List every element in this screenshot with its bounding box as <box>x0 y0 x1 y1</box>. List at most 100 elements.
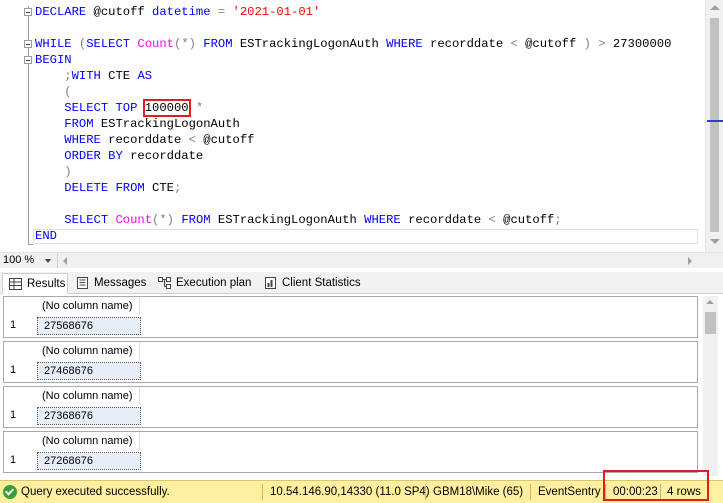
code-token: < <box>488 213 504 227</box>
code-line[interactable]: ( <box>35 84 699 100</box>
tab-execution-plan-label: Execution plan <box>176 277 252 289</box>
code-line[interactable] <box>35 196 699 212</box>
tab-client-statistics-label: Client Statistics <box>282 277 361 289</box>
results-vertical-scrollbar[interactable] <box>703 296 718 476</box>
code-token: @cutoff <box>503 213 555 227</box>
code-token: datetime <box>152 5 218 19</box>
result-grid-3[interactable]: (No column name) 1 27368676 <box>3 386 698 428</box>
code-line[interactable]: WHERE recorddate < @cutoff <box>35 132 699 148</box>
tab-results-label: Results <box>27 278 66 290</box>
code-token: < <box>188 133 204 147</box>
code-token: WITH <box>71 69 109 83</box>
result-grid-1[interactable]: (No column name) 1 27568676 <box>3 296 698 338</box>
code-line[interactable]: ORDER BY recorddate <box>35 148 699 164</box>
code-line[interactable]: DELETE FROM CTE; <box>35 180 699 196</box>
row-number: 1 <box>10 319 17 331</box>
collapse-declare-icon[interactable] <box>24 8 32 16</box>
code-token: SELECT TOP <box>64 101 145 115</box>
scroll-thumb[interactable] <box>710 18 719 232</box>
code-token: recorddate <box>130 149 204 163</box>
column-header[interactable]: (No column name) <box>36 432 140 450</box>
statistics-icon <box>265 277 276 289</box>
code-line[interactable]: DECLARE @cutoff datetime = '2021-01-01' <box>35 4 699 20</box>
code-token: (*) <box>174 37 204 51</box>
status-divider <box>425 484 426 500</box>
code-line[interactable] <box>35 20 699 36</box>
code-token: ESTrackingLogonAuth <box>100 117 240 131</box>
code-token: '2021-01-01' <box>232 5 321 19</box>
code-line[interactable]: END <box>35 228 699 244</box>
code-line[interactable]: SELECT TOP 100000 * <box>35 99 699 117</box>
success-check-icon <box>3 485 17 499</box>
tab-messages[interactable]: Messages <box>70 273 150 294</box>
code-token: (*) <box>152 213 182 227</box>
code-line[interactable]: ) <box>35 164 699 180</box>
scroll-thumb[interactable] <box>705 312 716 334</box>
code-token: WHERE <box>64 133 109 147</box>
scroll-up-icon[interactable] <box>710 5 720 10</box>
scroll-right-icon[interactable] <box>688 257 692 265</box>
editor-vertical-scrollbar[interactable] <box>705 0 723 252</box>
result-cell[interactable]: 27468676 <box>37 362 141 380</box>
code-line[interactable]: BEGIN <box>35 52 699 68</box>
result-cell[interactable]: 27268676 <box>37 452 141 470</box>
code-token: = <box>217 5 233 19</box>
column-header[interactable]: (No column name) <box>36 297 140 315</box>
code-token: DECLARE <box>35 5 94 19</box>
collapse-while-icon[interactable] <box>24 40 32 48</box>
code-token: ORDER BY <box>64 149 131 163</box>
result-grid-2[interactable]: (No column name) 1 27468676 <box>3 341 698 383</box>
editor-gutter <box>0 0 33 252</box>
code-token: ESTrackingLogonAuth <box>239 37 387 51</box>
messages-icon <box>77 277 88 289</box>
tab-results[interactable]: Results <box>2 273 68 294</box>
code-token: Count <box>137 37 174 51</box>
result-grid-4[interactable]: (No column name) 1 27268676 <box>3 431 698 473</box>
code-token: FROM <box>203 37 240 51</box>
code-token: Count <box>115 213 153 227</box>
results-tabstrip: Results Messages Execution plan Client S… <box>0 272 723 294</box>
status-divider <box>530 484 531 500</box>
collapse-begin-icon[interactable] <box>24 56 32 64</box>
code-line[interactable]: SELECT Count(*) FROM ESTrackingLogonAuth… <box>35 212 699 228</box>
tab-execution-plan[interactable]: Execution plan <box>152 273 256 294</box>
code-line[interactable]: FROM ESTrackingLogonAuth <box>35 116 699 132</box>
code-token: FROM <box>64 117 101 131</box>
code-token: WHERE <box>364 213 409 227</box>
code-token: @cutoff <box>93 5 153 19</box>
tab-client-statistics[interactable]: Client Statistics <box>258 273 361 294</box>
column-header[interactable]: (No column name) <box>36 387 140 405</box>
row-number: 1 <box>10 409 17 421</box>
code-token: recorddate <box>108 133 189 147</box>
server-info: 10.54.146.90,14330 (11.0 SP4) <box>270 486 430 498</box>
code-token: 27300000 <box>612 37 672 51</box>
result-cell[interactable]: 27368676 <box>37 407 141 425</box>
results-pane: (No column name) 1 27568676 (No column n… <box>0 294 723 480</box>
code-line[interactable]: ;WITH CTE AS <box>35 68 699 84</box>
execution-plan-icon <box>158 277 171 289</box>
result-cell[interactable]: 27568676 <box>37 317 141 335</box>
code-token: ; <box>64 69 72 83</box>
query-editor[interactable]: DECLARE @cutoff datetime = '2021-01-01' … <box>0 0 723 252</box>
zoom-dropdown[interactable]: 100 % <box>0 253 58 268</box>
scroll-left-icon[interactable] <box>63 257 67 265</box>
code-token: ESTrackingLogonAuth <box>217 213 365 227</box>
code-token: ( <box>64 85 72 99</box>
database-name: EventSentry <box>538 486 601 498</box>
sql-code[interactable]: DECLARE @cutoff datetime = '2021-01-01' … <box>35 4 699 244</box>
tab-messages-label: Messages <box>94 277 147 289</box>
code-token: END <box>35 229 57 243</box>
code-token: AS <box>137 69 153 83</box>
scroll-down-icon[interactable] <box>710 239 720 244</box>
column-header[interactable]: (No column name) <box>36 342 140 360</box>
code-token: ; <box>554 213 562 227</box>
status-divider <box>262 484 263 500</box>
code-line[interactable]: WHILE (SELECT Count(*) FROM ESTrackingLo… <box>35 36 699 52</box>
scroll-up-icon[interactable] <box>706 300 714 304</box>
code-token: WHERE <box>386 37 431 51</box>
